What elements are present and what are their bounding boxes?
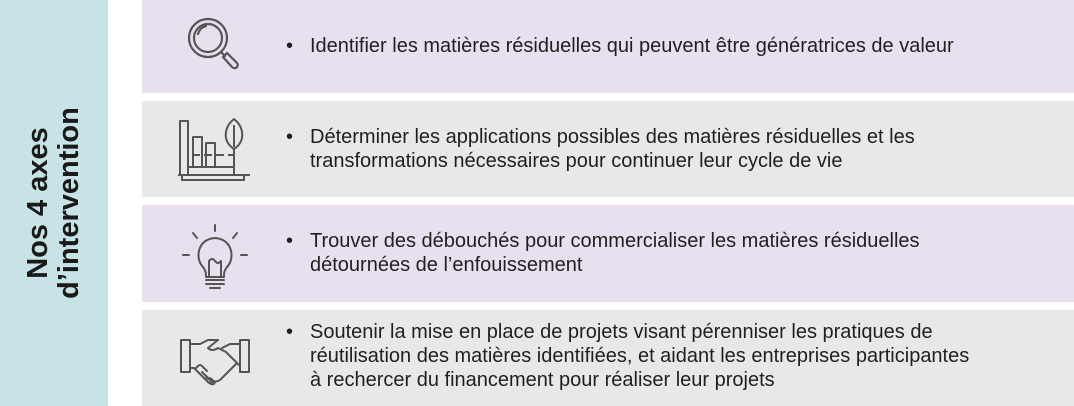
handshake-icon <box>172 330 258 386</box>
intervention-item-identify: • Identifier les matières résiduelles qu… <box>142 0 1074 93</box>
text-line: réutilisation des matières identifiées, … <box>310 345 970 367</box>
intervention-item-markets: • Trouver des débouchés pour commerciali… <box>142 205 1074 302</box>
text-line: Trouver des débouchés pour commercialise… <box>310 230 920 252</box>
intervention-text: Trouver des débouchés pour commercialise… <box>310 229 1060 277</box>
intervention-item-projects: • Soutenir la mise en place de projets v… <box>142 310 1074 406</box>
text-line: transformations nécessaires pour continu… <box>310 150 843 172</box>
magnifier-icon <box>172 12 258 78</box>
bullet: • <box>286 230 294 252</box>
sidebar: Nos 4 axes d’intervention <box>0 0 108 406</box>
intervention-item-applications: • Déterminer les applications possibles … <box>142 101 1074 197</box>
text-line: détournées de l’enfouissement <box>310 254 583 276</box>
lightbulb-icon <box>172 223 258 291</box>
bullet: • <box>286 126 294 148</box>
intervention-text: Identifier les matières résiduelles qui … <box>310 34 1060 58</box>
text-line: Déterminer les applications possibles de… <box>310 126 915 148</box>
sidebar-title: Nos 4 axes d’intervention <box>22 38 85 368</box>
intervention-text: Déterminer les applications possibles de… <box>310 125 1060 173</box>
text-line: à rechercer du financement pour réaliser… <box>310 369 775 391</box>
sidebar-title-line2: d’intervention <box>53 107 85 299</box>
bullet: • <box>286 35 294 57</box>
text-line: Soutenir la mise en place de projets vis… <box>310 321 933 343</box>
sidebar-title-line1: Nos 4 axes <box>22 127 54 279</box>
bullet: • <box>286 321 294 343</box>
intervention-text: Soutenir la mise en place de projets vis… <box>310 320 1060 392</box>
factory-leaf-icon <box>172 115 258 183</box>
text-line: Identifier les matières résiduelles qui … <box>310 35 954 57</box>
